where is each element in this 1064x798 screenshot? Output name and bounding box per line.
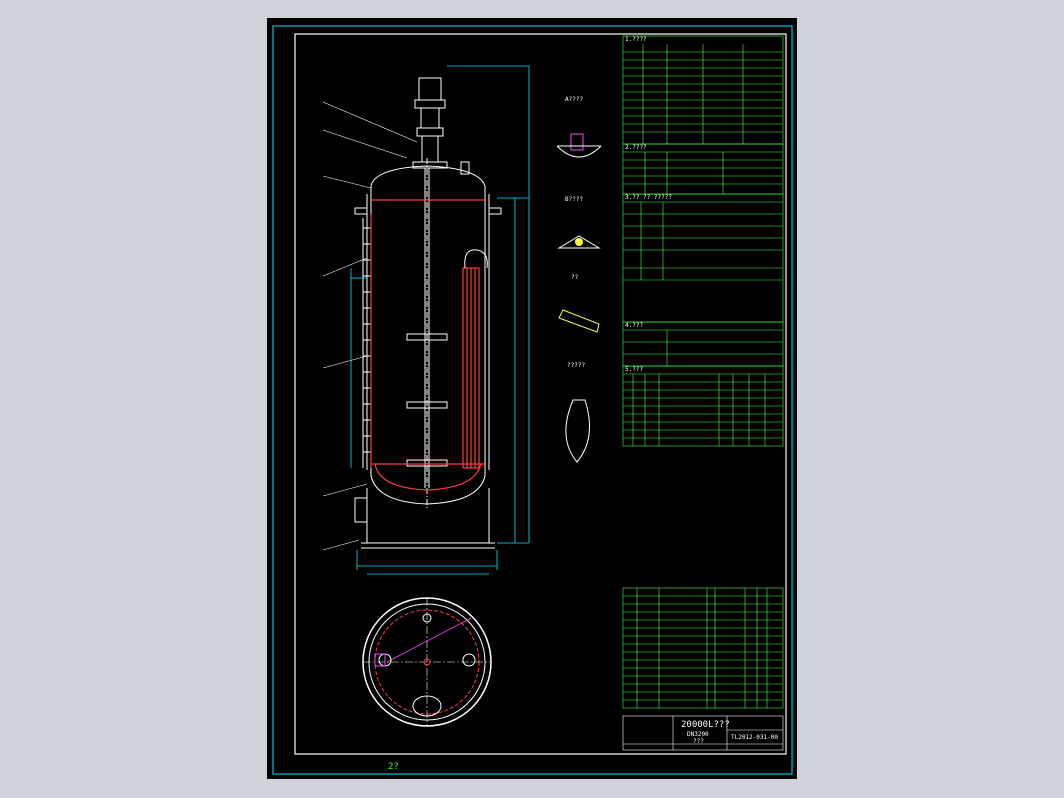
detail-c-label: ??	[571, 274, 579, 281]
callout-leaders	[322, 101, 418, 551]
section-4-header: 4.???	[625, 322, 644, 329]
title-line-3: ???	[693, 738, 704, 745]
section-3-header: 3.?? ?? ?????	[625, 194, 672, 201]
title-line-2: DN3200	[687, 731, 709, 738]
internal-coil	[370, 199, 485, 491]
detail-d-label: ?????	[567, 362, 586, 369]
drawing-sheet: 1.???? 2.???? 3.?? ?? ????? 4.??? 5.??? …	[267, 18, 797, 779]
vessel-plan-view	[362, 597, 492, 727]
title-line-1: 20000L???	[681, 720, 730, 730]
motor	[418, 77, 442, 101]
drawing-number: TL2012-031-00	[731, 734, 778, 741]
detail-a-label: A????	[565, 96, 584, 103]
bottom-caption: 2?	[388, 762, 399, 772]
cad-drawing	[272, 25, 793, 775]
section-5-header: 5.???	[625, 366, 644, 373]
coil-inlet	[464, 249, 488, 269]
detail-views	[556, 133, 602, 463]
design-data-header: 1.????	[625, 36, 647, 43]
dimension-lines	[350, 65, 530, 575]
section-2-header: 2.????	[625, 144, 647, 151]
technical-tables	[622, 35, 784, 751]
detail-b-label: B????	[565, 196, 584, 203]
inner-frame	[294, 33, 787, 755]
